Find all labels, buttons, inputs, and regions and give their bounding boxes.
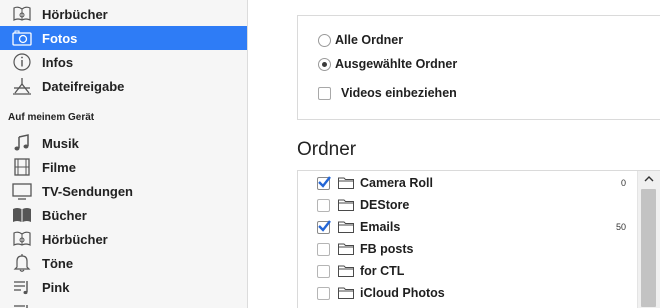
folder-name: DEStore <box>360 198 410 212</box>
folder-row[interactable]: FB posts <box>298 238 638 260</box>
sidebar-item-label: Filme <box>42 159 76 175</box>
sidebar-item-label: Hörbücher <box>42 231 108 247</box>
radio-alle-ordner[interactable]: Alle Ordner <box>318 33 403 47</box>
videos-einbeziehen-checkbox[interactable]: Videos einbeziehen <box>318 86 457 100</box>
sidebar-item-buecher[interactable]: Bücher <box>0 203 247 227</box>
file-sharing-icon <box>10 76 34 96</box>
folder-checkbox[interactable] <box>317 242 330 256</box>
sidebar-item-label: Hörbücher <box>42 6 108 22</box>
playlist-icon <box>10 277 34 297</box>
sidebar-item-toene[interactable]: Töne <box>0 251 247 275</box>
sidebar: Hörbücher Fotos Infos Dateifreigabe Auf … <box>0 0 248 308</box>
folder-icon <box>338 265 354 277</box>
playlist-icon <box>10 301 34 308</box>
scrollbar-thumb[interactable] <box>641 189 656 307</box>
folder-checkbox[interactable] <box>317 219 331 234</box>
radio-button[interactable] <box>318 57 331 71</box>
sidebar-item-dateifreigabe[interactable]: Dateifreigabe <box>0 74 247 98</box>
folder-name: for CTL <box>360 264 405 278</box>
sidebar-item-hoerbuecher[interactable]: Hörbücher <box>0 2 247 26</box>
folder-icon <box>338 221 354 233</box>
folder-name: Emails <box>360 220 401 234</box>
bell-icon <box>10 253 34 273</box>
section-title: Ordner <box>297 139 357 160</box>
tv-icon <box>10 181 34 201</box>
info-icon <box>10 52 34 72</box>
radio-button[interactable] <box>318 33 331 47</box>
folder-row[interactable]: Emails 50 <box>298 216 638 238</box>
scrollbar[interactable] <box>637 171 660 308</box>
sync-options-panel: Alle Ordner Ausgewählte Ordner Videos ei… <box>297 15 660 120</box>
sidebar-item-label: Töne <box>42 255 74 271</box>
sidebar-item-label: TV-Sendungen <box>42 183 133 199</box>
sidebar-item-label: Musik <box>42 135 79 151</box>
camera-icon <box>10 28 34 48</box>
scroll-up-arrow-icon[interactable] <box>644 175 654 183</box>
sidebar-item-label: Fotos <box>42 30 78 46</box>
sidebar-section-header: Auf meinem Gerät <box>8 112 95 123</box>
audiobook-icon <box>10 229 34 249</box>
folder-count: 50 <box>615 222 626 232</box>
sidebar-item-musik[interactable]: Musik <box>0 131 247 155</box>
folder-row[interactable]: iCloud Photos <box>298 282 638 304</box>
music-note-icon <box>10 133 34 153</box>
checkbox[interactable] <box>318 86 331 100</box>
folder-checkbox[interactable] <box>317 286 330 300</box>
radio-ausgewaehlte-ordner[interactable]: Ausgewählte Ordner <box>318 57 457 71</box>
folder-icon <box>338 177 354 189</box>
folder-checkbox[interactable] <box>317 175 331 190</box>
folder-name: iCloud Photos <box>360 286 445 300</box>
folder-icon <box>338 199 354 211</box>
sidebar-item-fotos[interactable]: Fotos <box>0 26 247 50</box>
folder-checkbox[interactable] <box>317 198 330 212</box>
folder-list: Camera Roll 0 DEStore Emails 50 FB posts for C… <box>297 170 660 308</box>
sidebar-item-pink[interactable]: Pink <box>0 275 247 299</box>
folder-name: Camera Roll <box>360 176 433 190</box>
sidebar-item-label: Dateifreigabe <box>42 78 125 94</box>
sidebar-item-label: Pink <box>42 279 70 295</box>
folder-row[interactable]: Camera Roll 0 <box>298 172 638 194</box>
sidebar-item-playlist[interactable] <box>0 299 247 308</box>
folder-row[interactable]: DEStore <box>298 194 638 216</box>
folder-row[interactable]: for CTL <box>298 260 638 282</box>
sidebar-item-hoerbuecher-device[interactable]: Hörbücher <box>0 227 247 251</box>
sidebar-item-label: Infos <box>42 54 74 70</box>
radio-label: Ausgewählte Ordner <box>335 57 458 71</box>
folder-name: FB posts <box>360 242 414 256</box>
folder-icon <box>338 287 354 299</box>
sidebar-item-infos[interactable]: Infos <box>0 50 247 74</box>
sidebar-item-tv-sendungen[interactable]: TV-Sendungen <box>0 179 247 203</box>
folder-checkbox[interactable] <box>317 264 330 278</box>
folder-count: 0 <box>620 178 626 188</box>
folder-icon <box>338 243 354 255</box>
book-icon <box>10 205 34 225</box>
sidebar-item-filme[interactable]: Filme <box>0 155 247 179</box>
audiobook-icon <box>10 4 34 24</box>
sidebar-item-label: Bücher <box>42 207 87 223</box>
film-icon <box>10 157 34 177</box>
checkbox-label: Videos einbeziehen <box>341 86 457 100</box>
radio-label: Alle Ordner <box>335 33 404 47</box>
